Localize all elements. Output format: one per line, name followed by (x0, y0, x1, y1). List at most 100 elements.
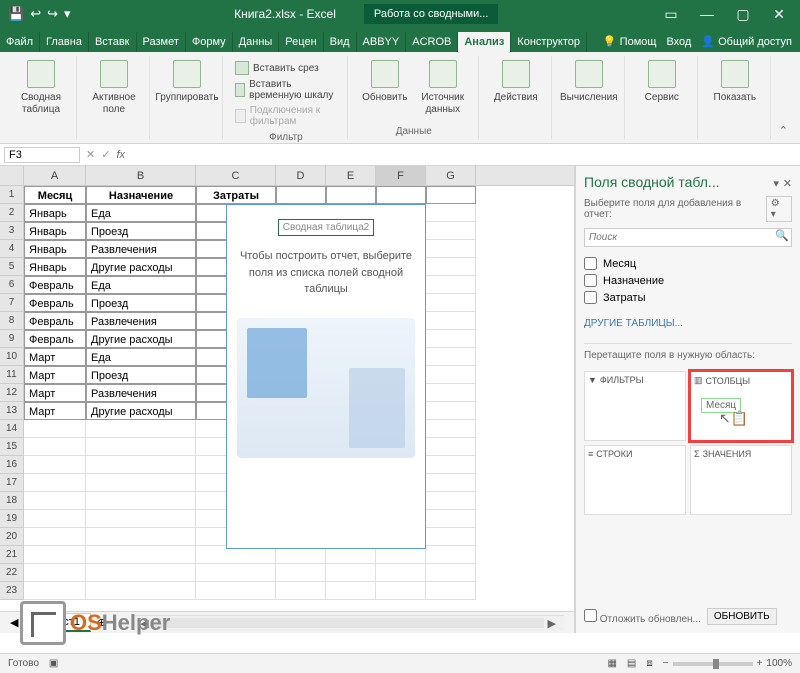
cell[interactable] (24, 564, 86, 582)
field-item[interactable]: Месяц (584, 257, 792, 270)
row-header[interactable]: 16 (0, 456, 24, 474)
tab-data[interactable]: Данны (233, 32, 280, 52)
group-button[interactable]: Группировать (158, 58, 216, 106)
cell[interactable] (426, 582, 476, 600)
name-box[interactable]: F3 (4, 147, 80, 163)
tab-layout[interactable]: Размет (137, 32, 186, 52)
col-header[interactable]: D (276, 166, 326, 185)
other-tables-link[interactable]: ДРУГИЕ ТАБЛИЦЫ... (584, 318, 792, 329)
cell[interactable] (86, 438, 196, 456)
select-all-corner[interactable] (0, 166, 24, 185)
zoom-out-icon[interactable]: − (663, 658, 669, 669)
cell[interactable] (426, 510, 476, 528)
undo-icon[interactable]: ↩ (30, 6, 41, 22)
cell[interactable] (426, 384, 476, 402)
pane-chevron-icon[interactable]: ▾ (773, 178, 779, 190)
cell[interactable] (376, 186, 426, 204)
cell[interactable] (86, 546, 196, 564)
spreadsheet-grid[interactable]: A B C D E F G 1МесяцНазначениеЗатраты 2Я… (0, 166, 575, 633)
insert-slicer-button[interactable]: Вставить срез (233, 60, 339, 76)
row-header[interactable]: 23 (0, 582, 24, 600)
cell[interactable]: Март (24, 384, 86, 402)
cell[interactable]: Январь (24, 258, 86, 276)
close-icon[interactable]: ✕ (762, 6, 796, 23)
cell[interactable] (426, 546, 476, 564)
cell[interactable] (276, 564, 326, 582)
col-header[interactable]: B (86, 166, 196, 185)
tab-home[interactable]: Главна (40, 32, 89, 52)
cell[interactable]: Февраль (24, 294, 86, 312)
actions-button[interactable]: Действия (487, 58, 545, 106)
cell[interactable]: Еда (86, 348, 196, 366)
field-item[interactable]: Назначение (584, 274, 792, 287)
cell[interactable]: Январь (24, 222, 86, 240)
pivot-placeholder[interactable]: Сводная таблица2 Чтобы построить отчет, … (226, 204, 426, 549)
cell[interactable] (426, 438, 476, 456)
view-break-icon[interactable]: ⧈ (646, 658, 652, 669)
cell[interactable]: Февраль (24, 276, 86, 294)
col-header[interactable]: F (376, 166, 426, 185)
cell[interactable]: Еда (86, 276, 196, 294)
row-header[interactable]: 12 (0, 384, 24, 402)
cell[interactable] (24, 510, 86, 528)
view-normal-icon[interactable]: ▦ (607, 658, 616, 669)
cell[interactable] (426, 294, 476, 312)
cell[interactable] (426, 222, 476, 240)
cell[interactable] (24, 546, 86, 564)
show-button[interactable]: Показать (706, 58, 764, 106)
calculations-button[interactable]: Вычисления (560, 58, 618, 106)
cell[interactable] (426, 474, 476, 492)
cell[interactable] (24, 528, 86, 546)
cell[interactable] (24, 582, 86, 600)
insert-timeline-button[interactable]: Вставить временную шкалу (233, 78, 339, 102)
search-input[interactable] (585, 229, 773, 246)
pivot-table-button[interactable]: Сводная таблица (12, 58, 70, 118)
pane-search[interactable]: 🔍 (584, 228, 792, 247)
macro-record-icon[interactable]: ▣ (49, 658, 58, 669)
field-checkbox[interactable] (584, 274, 597, 287)
cell[interactable]: Проезд (86, 366, 196, 384)
view-layout-icon[interactable]: ▤ (627, 658, 636, 669)
cell[interactable] (86, 492, 196, 510)
cell[interactable] (326, 582, 376, 600)
cell[interactable] (426, 312, 476, 330)
cell[interactable]: Февраль (24, 330, 86, 348)
field-checkbox[interactable] (584, 291, 597, 304)
pane-settings-icon[interactable]: ⚙ ▾ (766, 196, 792, 222)
row-header[interactable]: 2 (0, 204, 24, 222)
cell[interactable] (24, 438, 86, 456)
maximize-icon[interactable]: ▢ (726, 6, 760, 23)
tab-file[interactable]: Файл (0, 32, 40, 52)
cell[interactable]: Проезд (86, 222, 196, 240)
cell[interactable]: Март (24, 366, 86, 384)
col-header[interactable]: G (426, 166, 476, 185)
cell[interactable] (196, 564, 276, 582)
cell[interactable]: Назначение (86, 186, 196, 204)
cell[interactable] (276, 186, 326, 204)
cell[interactable]: Другие расходы (86, 330, 196, 348)
row-header[interactable]: 8 (0, 312, 24, 330)
row-header[interactable]: 11 (0, 366, 24, 384)
save-icon[interactable]: 💾 (8, 6, 24, 22)
cell[interactable] (426, 366, 476, 384)
cell[interactable] (426, 402, 476, 420)
cell[interactable] (86, 582, 196, 600)
row-header[interactable]: 18 (0, 492, 24, 510)
cell[interactable] (86, 528, 196, 546)
row-header[interactable]: 20 (0, 528, 24, 546)
row-header[interactable]: 4 (0, 240, 24, 258)
cell[interactable] (426, 456, 476, 474)
collapse-ribbon-icon[interactable]: ⌃ (773, 122, 794, 139)
pane-close-icon[interactable]: ✕ (783, 178, 792, 190)
cell[interactable] (426, 186, 476, 204)
cell[interactable] (426, 348, 476, 366)
redo-icon[interactable]: ↪ (47, 6, 58, 22)
field-checkbox[interactable] (584, 257, 597, 270)
dropzone-columns[interactable]: ▥ СТОЛБЦЫ Месяц ↖📋 (690, 371, 792, 441)
tab-insert[interactable]: Вставк (89, 32, 137, 52)
cell[interactable] (24, 420, 86, 438)
tools-button[interactable]: Сервис (633, 58, 691, 106)
cell[interactable] (426, 564, 476, 582)
cell[interactable] (86, 420, 196, 438)
refresh-button[interactable]: Обновить (356, 58, 414, 118)
